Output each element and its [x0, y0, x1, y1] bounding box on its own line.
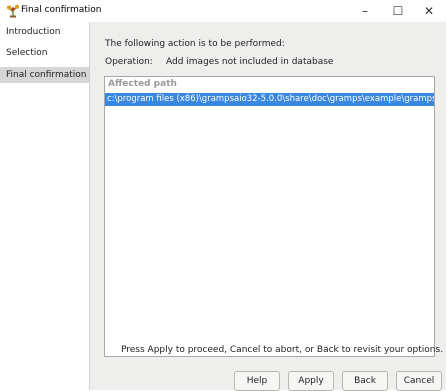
operation-value: Add images not included in database: [166, 57, 334, 67]
title-bar: Final confirmation – ☐ ✕: [0, 0, 446, 22]
main-panel: The following action is to be performed:…: [90, 22, 446, 391]
maximize-button[interactable]: ☐: [383, 0, 413, 22]
sidebar: Introduction Selection Final confirmatio…: [0, 22, 90, 390]
minimize-button[interactable]: –: [350, 0, 380, 22]
close-icon: ✕: [423, 4, 435, 18]
gramps-app-icon: [7, 4, 19, 18]
sidebar-item-introduction[interactable]: Introduction: [0, 24, 89, 40]
minimize-icon: –: [362, 4, 368, 18]
instruction-text: Press Apply to proceed, Cancel to abort,…: [121, 345, 444, 355]
sidebar-item-selection[interactable]: Selection: [0, 45, 89, 61]
apply-button[interactable]: Apply: [288, 371, 334, 391]
close-button[interactable]: ✕: [414, 0, 444, 22]
maximize-icon: ☐: [392, 4, 404, 18]
list-item[interactable]: c:\program files (x86)\grampsaio32-5.0.0…: [105, 93, 434, 106]
description-text: The following action is to be performed:: [105, 39, 285, 49]
window-title: Final confirmation: [21, 5, 102, 15]
help-button[interactable]: Help: [234, 371, 280, 391]
affected-path-list[interactable]: Affected path c:\program files (x86)\gra…: [104, 76, 435, 357]
operation-label: Operation:: [105, 57, 153, 67]
sidebar-item-final-confirmation[interactable]: Final confirmation: [0, 67, 89, 83]
cancel-button[interactable]: Cancel: [396, 371, 442, 391]
column-header-affected-path[interactable]: Affected path: [105, 77, 434, 92]
back-button[interactable]: Back: [342, 371, 388, 391]
